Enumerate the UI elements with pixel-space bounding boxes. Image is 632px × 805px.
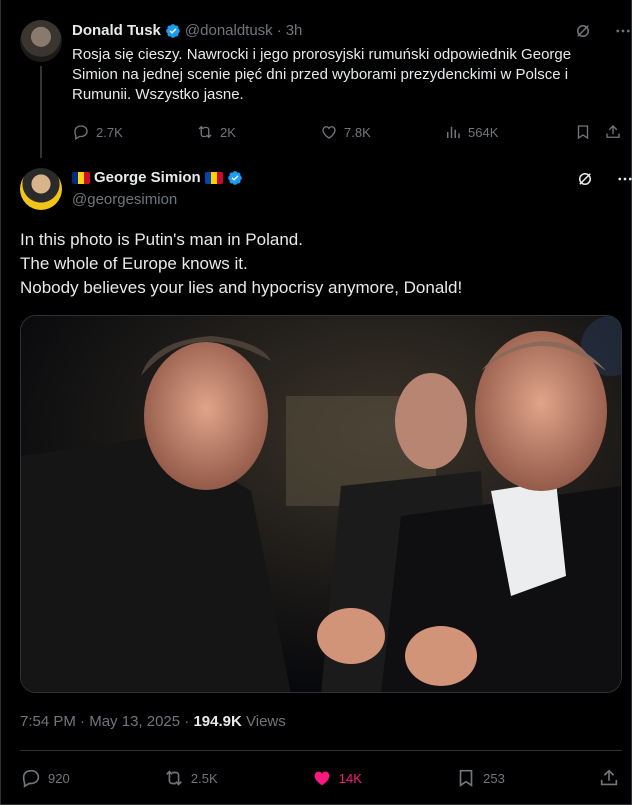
views-label: Views bbox=[246, 713, 286, 730]
heart-icon bbox=[314, 771, 330, 786]
reply-button[interactable]: 2.7K bbox=[72, 123, 196, 141]
main-author-avatar[interactable] bbox=[20, 168, 62, 210]
divider bbox=[20, 750, 622, 751]
views-count: 194.9K bbox=[193, 713, 242, 730]
parent-action-bar: 2.7K 2K 7.8K 564K bbox=[72, 120, 622, 144]
main-action-bar: 920 2.5K 14K 253 bbox=[20, 763, 620, 793]
grok-icon[interactable] bbox=[574, 22, 592, 40]
main-author-handle[interactable]: @georgesimion bbox=[72, 191, 177, 208]
share-button[interactable] bbox=[598, 767, 620, 789]
parent-author-name[interactable]: Donald Tusk bbox=[72, 22, 161, 39]
share-icon bbox=[606, 125, 620, 138]
tweet-photo[interactable] bbox=[20, 315, 622, 693]
main-author-name[interactable]: George Simion bbox=[94, 169, 201, 186]
tweet-date[interactable]: May 13, 2025 bbox=[89, 713, 180, 730]
like-button[interactable]: 14K bbox=[311, 767, 362, 789]
reply-button[interactable]: 920 bbox=[20, 767, 70, 789]
views-button[interactable]: 564K bbox=[444, 123, 574, 141]
main-tweet-text: In this photo is Putin's man in Poland. … bbox=[20, 228, 620, 300]
parent-time[interactable]: 3h bbox=[286, 22, 303, 39]
bookmark-icon bbox=[459, 769, 473, 787]
parent-author-handle[interactable]: @donaldtusk bbox=[185, 22, 273, 39]
thread-line bbox=[40, 66, 42, 158]
verified-badge-icon bbox=[166, 23, 180, 38]
share-button[interactable] bbox=[604, 123, 622, 141]
verified-badge-icon bbox=[227, 170, 242, 185]
tweet-metadata: 7:54 PM · May 13, 2025 · 194.9K Views bbox=[20, 713, 286, 730]
grok-icon[interactable] bbox=[576, 170, 594, 188]
tweet-text-line: Nobody believes your lies and hypocrisy … bbox=[20, 278, 463, 297]
reply-count: 920 bbox=[48, 770, 70, 786]
tweet-text-line: The whole of Europe knows it. bbox=[20, 254, 248, 273]
meta-separator: · bbox=[80, 713, 90, 730]
bookmark-button[interactable]: 253 bbox=[455, 767, 505, 789]
like-button[interactable]: 7.8K bbox=[320, 123, 444, 141]
main-author-row: George Simion bbox=[72, 169, 243, 186]
bookmark-count: 253 bbox=[483, 770, 505, 786]
like-count: 7.8K bbox=[344, 124, 371, 140]
views-icon bbox=[447, 126, 460, 138]
parent-top-icons bbox=[574, 22, 632, 40]
romania-flag-icon bbox=[72, 171, 90, 184]
parent-author-avatar[interactable] bbox=[20, 20, 62, 62]
repost-button[interactable]: 2K bbox=[196, 123, 320, 141]
reply-icon bbox=[22, 769, 40, 788]
repost-button[interactable]: 2.5K bbox=[163, 767, 218, 789]
tweet-time[interactable]: 7:54 PM bbox=[20, 713, 76, 730]
parent-tweet-text: Rosja się cieszy. Nawrocki i jego proros… bbox=[72, 46, 572, 103]
main-top-icons bbox=[576, 170, 632, 188]
like-count: 14K bbox=[338, 770, 362, 786]
repost-count: 2.5K bbox=[190, 770, 218, 786]
reply-icon bbox=[74, 125, 88, 140]
views-count: 564K bbox=[468, 124, 499, 140]
time-separator: · bbox=[276, 22, 282, 39]
parent-tweet[interactable]: Donald Tusk @donaldtusk · 3h Rosja się c… bbox=[0, 0, 632, 160]
parent-author-row: Donald Tusk @donaldtusk · 3h bbox=[72, 22, 302, 39]
tweet-text-line: In this photo is Putin's man in Poland. bbox=[20, 230, 303, 249]
share-icon bbox=[600, 769, 618, 786]
bookmark-icon bbox=[577, 125, 589, 140]
more-icon[interactable] bbox=[614, 22, 632, 40]
bookmark-button[interactable] bbox=[574, 123, 604, 141]
more-icon[interactable] bbox=[616, 170, 632, 188]
moldova-flag-icon bbox=[204, 171, 223, 184]
repost-count: 2K bbox=[220, 124, 236, 140]
photo-illustration bbox=[21, 316, 621, 692]
reply-count: 2.7K bbox=[96, 124, 123, 140]
heart-icon bbox=[322, 126, 336, 139]
repost-icon bbox=[198, 125, 212, 139]
repost-icon bbox=[165, 770, 182, 786]
